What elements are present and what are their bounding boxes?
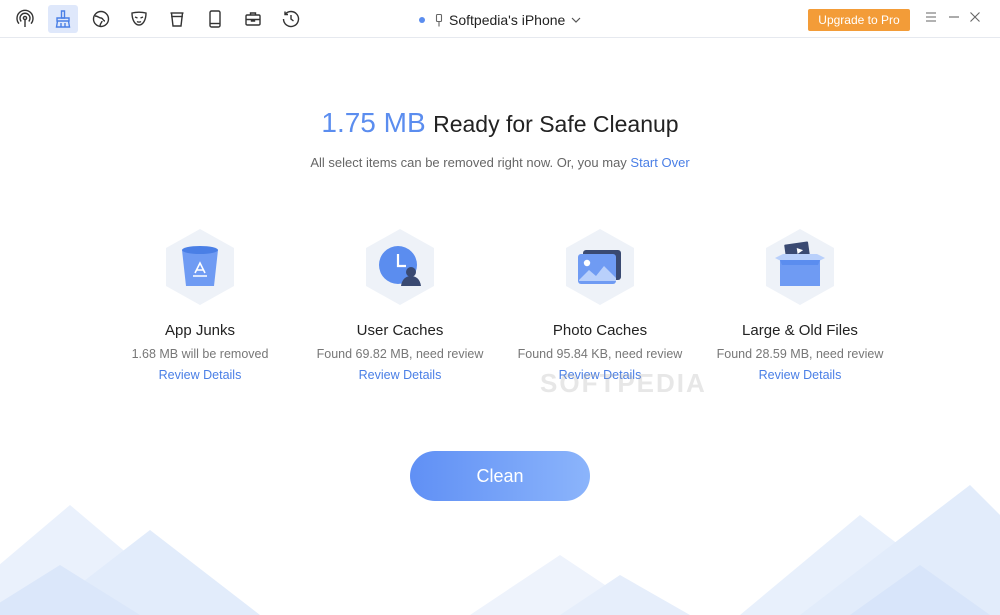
- device-name: Softpedia's iPhone: [449, 12, 566, 28]
- category-app-junks: App Junks 1.68 MB will be removed Review…: [100, 228, 300, 384]
- cleanup-size: 1.75 MB: [321, 107, 426, 138]
- cleanup-subtitle: All select items can be removed right no…: [310, 155, 627, 170]
- category-description: Found 69.82 MB, need review: [316, 347, 484, 361]
- cleanup-title: Ready for Safe Cleanup: [433, 111, 679, 137]
- history-clock-icon[interactable]: [276, 5, 306, 33]
- internet-globe-icon[interactable]: [86, 5, 116, 33]
- app-junk-bin-icon: [165, 228, 235, 306]
- toolbox-icon[interactable]: [238, 5, 268, 33]
- minimize-icon[interactable]: [946, 9, 962, 25]
- category-title: Large & Old Files: [742, 322, 858, 339]
- review-details-link[interactable]: Review Details: [159, 368, 242, 382]
- podcast-icon[interactable]: [10, 5, 40, 33]
- top-toolbar: Softpedia's iPhone Upgrade to Pro: [0, 0, 1000, 38]
- category-large-old-files: Large & Old Files Found 28.59 MB, need r…: [700, 228, 900, 384]
- review-details-link[interactable]: Review Details: [359, 368, 442, 382]
- menu-icon[interactable]: [923, 9, 939, 25]
- photo-cache-icon: [565, 228, 635, 306]
- category-photo-caches: Photo Caches Found 95.84 KB, need review…: [500, 228, 700, 384]
- category-title: Photo Caches: [552, 322, 648, 339]
- privacy-mask-icon[interactable]: [124, 5, 154, 33]
- large-files-box-icon: [765, 228, 835, 306]
- device-usb-icon: [435, 13, 443, 27]
- upgrade-to-pro-button[interactable]: Upgrade to Pro: [808, 9, 910, 31]
- broom-cleanup-icon[interactable]: [48, 5, 78, 33]
- device-selector[interactable]: Softpedia's iPhone: [419, 10, 581, 30]
- phone-icon[interactable]: [200, 5, 230, 33]
- category-description: 1.68 MB will be removed: [131, 347, 269, 361]
- category-description: Found 95.84 KB, need review: [517, 347, 683, 361]
- chevron-down-icon: [571, 16, 581, 24]
- start-over-link[interactable]: Start Over: [630, 155, 689, 170]
- trash-bin-icon[interactable]: [162, 5, 192, 33]
- connection-status-dot: [419, 17, 425, 23]
- clean-button[interactable]: Clean: [410, 451, 590, 501]
- category-title: User Caches: [356, 322, 444, 339]
- cleanup-subtitle-line: All select items can be removed right no…: [0, 155, 1000, 170]
- cleanup-summary-heading: 1.75 MB Ready for Safe Cleanup: [0, 107, 1000, 139]
- review-details-link[interactable]: Review Details: [759, 368, 842, 382]
- close-icon[interactable]: [967, 9, 983, 25]
- category-description: Found 28.59 MB, need review: [716, 347, 884, 361]
- category-title: App Junks: [164, 322, 236, 339]
- softpedia-watermark: SOFTPEDIA: [540, 368, 707, 398]
- category-user-caches: User Caches Found 69.82 MB, need review …: [300, 228, 500, 384]
- user-cache-clock-icon: [365, 228, 435, 306]
